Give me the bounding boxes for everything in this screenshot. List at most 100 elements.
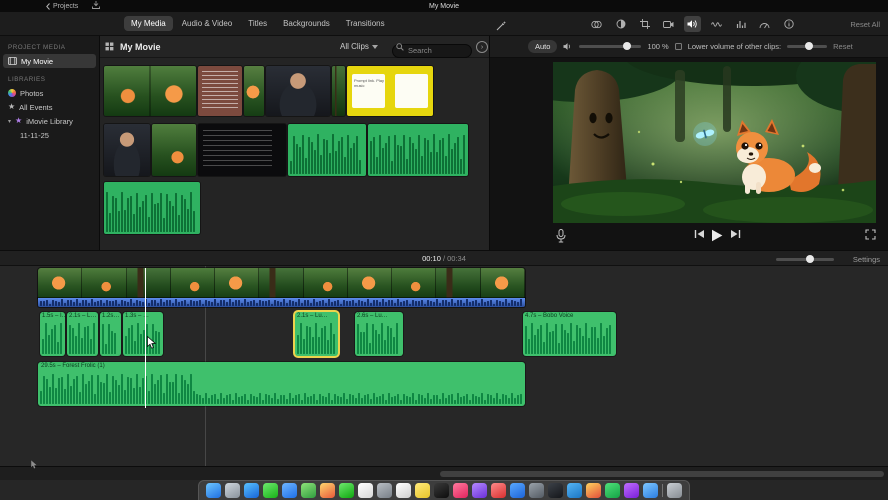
- media-clip-audio[interactable]: [104, 182, 200, 234]
- clip-label: 2.1s – Lu…: [297, 313, 328, 319]
- media-clip-presenter[interactable]: [266, 66, 330, 116]
- next-button[interactable]: [730, 229, 741, 239]
- color-balance-icon[interactable]: [588, 16, 605, 32]
- sidebar-item-my-movie[interactable]: My Movie: [3, 54, 96, 68]
- dock-icon-mail[interactable]: [282, 483, 297, 498]
- dock-icon-safari[interactable]: [244, 483, 259, 498]
- dock-icon-podcasts[interactable]: [472, 483, 487, 498]
- media-clip-audio[interactable]: [288, 124, 366, 176]
- timeline-audio-clip[interactable]: 2.6s – Lu…: [355, 312, 403, 356]
- zoom-knob[interactable]: [806, 255, 814, 263]
- media-clip-audio[interactable]: [368, 124, 468, 176]
- timeline-music-clip[interactable]: 29.5s – Forest Frolic (1): [38, 362, 525, 406]
- media-clip-prompt-cards[interactable]: Prompt link. Play music: [347, 66, 433, 116]
- timeline-zoom-slider[interactable]: [776, 255, 834, 263]
- media-clip-presenter[interactable]: [104, 124, 150, 176]
- color-correction-icon[interactable]: [612, 16, 629, 32]
- volume-slider[interactable]: [579, 42, 642, 50]
- tab-my-media[interactable]: My Media: [124, 16, 173, 31]
- media-clip-screen-recording[interactable]: [198, 124, 286, 176]
- media-clip-forest[interactable]: [244, 66, 264, 116]
- dock-icon-facetime[interactable]: [339, 483, 354, 498]
- media-clip-script-card[interactable]: [198, 66, 242, 116]
- dock-icon-reminders[interactable]: [396, 483, 411, 498]
- clip-filter-dropdown[interactable]: All Clips: [340, 42, 378, 51]
- reset-all-button[interactable]: Reset All: [850, 20, 880, 29]
- dock-icon-files[interactable]: [643, 483, 658, 498]
- transport-bar: [490, 224, 888, 250]
- clip-label: 1.5s – I…: [42, 313, 65, 319]
- sidebar-item-all-events[interactable]: ★ All Events: [0, 100, 99, 114]
- dock-icon-music[interactable]: [453, 483, 468, 498]
- lower-volume-slider[interactable]: [787, 42, 828, 50]
- dock-icon-vscode[interactable]: [567, 483, 582, 498]
- crop-icon[interactable]: [636, 16, 653, 32]
- tab-audio-video[interactable]: Audio & Video: [175, 16, 240, 31]
- timeline-settings-button[interactable]: Settings: [853, 255, 880, 264]
- dock-icon-terminal[interactable]: [548, 483, 563, 498]
- timeline-audio-clip[interactable]: 2.1s – L…: [67, 312, 98, 356]
- timeline-filmstrip[interactable]: [38, 268, 525, 298]
- dock-icon-finder[interactable]: [206, 483, 221, 498]
- filmstrip-frame: [480, 268, 525, 298]
- dock-icon-trash[interactable]: [667, 483, 682, 498]
- tab-titles[interactable]: Titles: [241, 16, 274, 31]
- speed-icon[interactable]: [756, 16, 773, 32]
- grid-view-icon[interactable]: [105, 42, 114, 51]
- lower-volume-checkbox[interactable]: [674, 43, 682, 50]
- sidebar-item-imovie-library[interactable]: ▾ ★ iMovie Library: [0, 114, 99, 128]
- playhead[interactable]: [145, 268, 146, 408]
- previous-button[interactable]: [694, 229, 705, 239]
- media-clip-forest-filmstrip[interactable]: [104, 66, 196, 116]
- timeline-header: 00:10 / 00:34 Settings: [0, 250, 888, 266]
- volume-adjust-icon[interactable]: [684, 16, 701, 32]
- video-audio-strip[interactable]: [38, 298, 525, 307]
- media-clip-forest[interactable]: [152, 124, 196, 176]
- noise-reduction-icon[interactable]: [708, 16, 725, 32]
- dock-icon-tv[interactable]: [434, 483, 449, 498]
- chevron-down-icon: [371, 44, 378, 49]
- titlebar: Projects My Movie: [0, 0, 888, 12]
- timeline-audio-clip[interactable]: 1.5s – I…: [40, 312, 65, 356]
- dock-icon-maps[interactable]: [301, 483, 316, 498]
- dock-icon-photos[interactable]: [320, 483, 335, 498]
- timeline-audio-clip-selected[interactable]: 2.1s – Lu…: [295, 312, 338, 356]
- dock-icon-contacts[interactable]: [377, 483, 392, 498]
- dock-icon-system-settings[interactable]: [529, 483, 544, 498]
- dock-icon-browser[interactable]: [586, 483, 601, 498]
- auto-volume-button[interactable]: Auto: [528, 40, 558, 53]
- search-field[interactable]: [392, 40, 472, 58]
- voiceover-mic-icon[interactable]: [556, 229, 566, 243]
- dock-icon-calendar[interactable]: [358, 483, 373, 498]
- play-button[interactable]: [711, 229, 723, 242]
- fullscreen-icon[interactable]: [865, 229, 876, 240]
- lower-volume-knob[interactable]: [805, 42, 814, 50]
- tab-backgrounds[interactable]: Backgrounds: [276, 16, 337, 31]
- equalizer-icon[interactable]: [732, 16, 749, 32]
- enhance-wand-icon[interactable]: [496, 18, 507, 36]
- sidebar-item-event-11-11-25[interactable]: 11-11-25: [0, 128, 99, 142]
- media-clip-forest[interactable]: [332, 66, 345, 116]
- timeline-audio-clip[interactable]: 1.3s – …: [123, 312, 163, 356]
- timeline-audio-clip[interactable]: 1.2s…: [100, 312, 121, 356]
- dock-icon-messages[interactable]: [263, 483, 278, 498]
- dock-icon-spotify[interactable]: [605, 483, 620, 498]
- dock-icon-news[interactable]: [491, 483, 506, 498]
- search-input[interactable]: [392, 43, 472, 58]
- dock-icon-notes[interactable]: [415, 483, 430, 498]
- dock-icon-app-store[interactable]: [510, 483, 525, 498]
- filmstrip-frame: [215, 268, 260, 298]
- timeline-audio-clip[interactable]: 4.7s – Bobo Voice: [523, 312, 616, 356]
- browser-more-icon[interactable]: ›: [476, 41, 488, 53]
- stabilization-icon[interactable]: [660, 16, 677, 32]
- info-icon[interactable]: [780, 16, 797, 32]
- dock-icon-imovie[interactable]: [624, 483, 639, 498]
- dock-separator: [662, 484, 663, 497]
- scrollbar-thumb[interactable]: [440, 471, 884, 477]
- tab-transitions[interactable]: Transitions: [339, 16, 392, 31]
- dock-icon-launchpad[interactable]: [225, 483, 240, 498]
- reset-button[interactable]: Reset: [833, 42, 853, 51]
- timeline-scrollbar[interactable]: [0, 466, 888, 480]
- volume-slider-knob[interactable]: [623, 42, 632, 50]
- sidebar-item-photos[interactable]: Photos: [0, 86, 99, 100]
